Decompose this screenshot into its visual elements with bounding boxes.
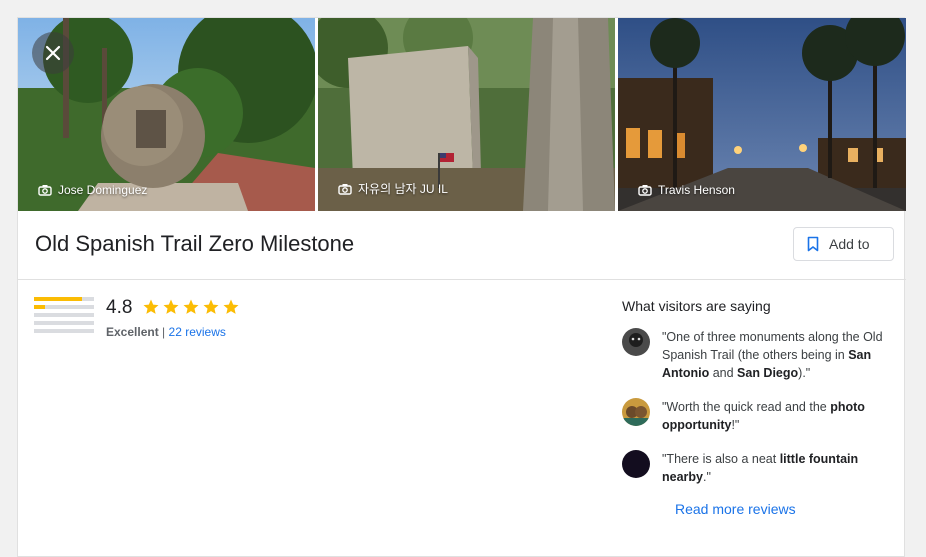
close-button[interactable]	[32, 32, 74, 74]
rating-label: Excellent	[106, 325, 159, 339]
rating-bar-5	[34, 297, 94, 301]
avatar	[622, 328, 650, 356]
star-icon	[203, 299, 219, 314]
quote-text-segment: !"	[731, 418, 740, 432]
quote-item: "Worth the quick read and the photo oppo…	[622, 398, 892, 434]
read-more-reviews-link[interactable]: Read more reviews	[675, 501, 796, 517]
reviews-link[interactable]: 22 reviews	[169, 325, 226, 339]
rating-separator: |	[162, 325, 166, 339]
camera-icon	[638, 185, 652, 196]
photo-credit: Jose Dominguez	[38, 183, 147, 197]
place-title: Old Spanish Trail Zero Milestone	[35, 231, 355, 256]
bookmark-icon	[807, 236, 819, 252]
camera-icon	[338, 183, 352, 195]
quote-item: "One of three monuments along the Old Sp…	[622, 328, 892, 382]
rating-bar-1	[34, 329, 94, 333]
rating-bar-3	[34, 313, 94, 317]
rating-meta: Excellent | 22 reviews	[106, 325, 226, 339]
quote-highlight: San Diego	[737, 366, 799, 380]
title-row: Old Spanish Trail Zero Milestone Add to	[18, 211, 906, 280]
avatar	[622, 450, 650, 478]
photo-1[interactable]: Jose Dominguez	[18, 18, 315, 211]
quote-text-segment: )."	[798, 366, 811, 380]
place-card: Jose Dominguez 자유의 남자 JU IL Travis Henso…	[17, 17, 906, 557]
quote-text: "One of three monuments along the Old Sp…	[662, 328, 890, 382]
quote-text-segment: "Worth the quick read and the	[662, 400, 831, 414]
quote-text-segment: "There is also a neat	[662, 452, 780, 466]
add-to-button[interactable]: Add to	[793, 227, 894, 261]
quote-text-segment: ."	[703, 470, 711, 484]
star-rating	[142, 298, 240, 316]
rating-bar-2	[34, 321, 94, 325]
avatar	[622, 398, 650, 426]
rating-bar-fill	[34, 305, 45, 309]
star-icon	[143, 299, 159, 314]
rating-distribution	[34, 297, 94, 337]
photo-credit: Travis Henson	[638, 183, 735, 197]
photo-credit-name: Travis Henson	[658, 183, 735, 197]
visitors-heading: What visitors are saying	[622, 298, 771, 314]
photo-3[interactable]: Travis Henson	[618, 18, 906, 211]
quote-item: "There is also a neat little fountain ne…	[622, 450, 892, 486]
rating-bar-fill	[34, 297, 82, 301]
rating-bar-4	[34, 305, 94, 309]
photo-credit: 자유의 남자 JU IL	[338, 180, 448, 197]
photo-gallery: Jose Dominguez 자유의 남자 JU IL Travis Henso…	[18, 18, 906, 211]
star-icon	[223, 299, 239, 314]
camera-icon	[38, 185, 52, 196]
add-to-label: Add to	[829, 236, 870, 252]
photo-credit-name: 자유의 남자 JU IL	[358, 182, 448, 196]
star-icon	[163, 299, 179, 314]
rating-score: 4.8	[106, 297, 133, 318]
close-icon	[45, 45, 61, 61]
quote-text: "Worth the quick read and the photo oppo…	[662, 398, 890, 434]
visitor-quotes: What visitors are saying "One of three m…	[622, 298, 892, 484]
star-icon	[183, 299, 199, 314]
quote-text: "There is also a neat little fountain ne…	[662, 450, 890, 486]
photo-2[interactable]: 자유의 남자 JU IL	[318, 18, 615, 211]
quote-text-segment: and	[709, 366, 738, 380]
photo-credit-name: Jose Dominguez	[58, 183, 148, 197]
